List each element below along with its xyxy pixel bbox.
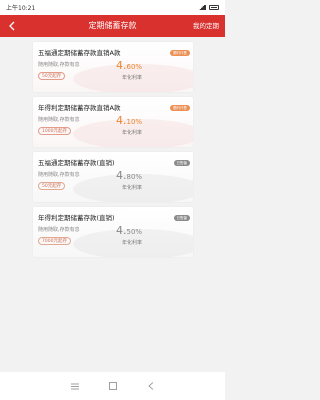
rate-int: 4. bbox=[116, 59, 127, 72]
product-name: 五福通定期储蓄存款直销A款 bbox=[38, 49, 121, 57]
square-icon bbox=[109, 382, 117, 390]
page-title: 定期储蓄存款 bbox=[88, 21, 137, 30]
product-desc: 随用随取,存款有息 bbox=[38, 172, 80, 178]
min-deposit-tag: 50元起存 bbox=[38, 72, 66, 80]
status-badge: 限时代售 bbox=[170, 50, 190, 56]
home-button[interactable] bbox=[108, 381, 118, 391]
menu-icon bbox=[71, 383, 79, 389]
min-deposit-tag: 7000元起存 bbox=[38, 237, 71, 245]
rate-int: 4. bbox=[116, 169, 127, 182]
status-badge: 限时代售 bbox=[170, 105, 190, 111]
product-desc: 随用随取,存款有息 bbox=[38, 62, 80, 68]
status-bar: 上午10:21 bbox=[0, 0, 225, 15]
status-time: 上午10:21 bbox=[6, 5, 36, 12]
signal-icon bbox=[198, 5, 206, 10]
chevron-left-icon bbox=[148, 382, 154, 390]
product-name: 年得利定期储蓄存款(直销) bbox=[38, 214, 115, 222]
interest-rate: 4.50% bbox=[116, 219, 142, 238]
product-card[interactable]: 年得利定期储蓄存款直销A款 随用随取,存款有息 1000元起存 4.10% 年化… bbox=[33, 97, 193, 147]
interest-rate: 4.80% bbox=[116, 164, 142, 183]
product-card[interactable]: 五福通定期储蓄存款(直销) 随用随取,存款有息 50元起存 4.80% 年化利率… bbox=[33, 152, 193, 202]
rate-dec: 80% bbox=[126, 173, 143, 181]
product-name: 五福通定期储蓄存款(直销) bbox=[38, 159, 115, 167]
rate-dec: 50% bbox=[126, 228, 143, 236]
battery-icon bbox=[209, 5, 219, 10]
status-badge: 已售罄 bbox=[173, 215, 190, 221]
product-card[interactable]: 年得利定期储蓄存款(直销) 随用随取,存款有息 7000元起存 4.50% 年化… bbox=[33, 207, 193, 257]
rate-label: 年化利率 bbox=[122, 240, 143, 246]
min-deposit-tag: 50元起存 bbox=[38, 182, 66, 190]
rate-int: 4. bbox=[116, 224, 127, 237]
status-badge: 已售罄 bbox=[173, 160, 190, 166]
rate-label: 年化利率 bbox=[122, 185, 143, 191]
app-header: 定期储蓄存款 我的定期 bbox=[0, 15, 225, 37]
rate-label: 年化利率 bbox=[122, 130, 143, 136]
product-card[interactable]: 五福通定期储蓄存款直销A款 随用随取,存款有息 50元起存 4.60% 年化利率… bbox=[33, 42, 193, 92]
product-desc: 随用随取,存款有息 bbox=[38, 227, 80, 233]
menu-button[interactable] bbox=[70, 381, 80, 391]
rate-int: 4. bbox=[116, 114, 127, 127]
min-deposit-tag: 1000元起存 bbox=[38, 127, 71, 135]
interest-rate: 4.60% bbox=[116, 54, 142, 73]
rate-label: 年化利率 bbox=[122, 75, 143, 81]
nav-back-button[interactable] bbox=[146, 381, 156, 391]
rate-dec: 60% bbox=[126, 63, 143, 71]
status-icons bbox=[198, 5, 219, 10]
product-name: 年得利定期储蓄存款直销A款 bbox=[38, 104, 121, 112]
my-fixed-deposits-link[interactable]: 我的定期 bbox=[193, 15, 219, 37]
rate-dec: 10% bbox=[126, 118, 143, 126]
product-desc: 随用随取,存款有息 bbox=[38, 117, 80, 123]
interest-rate: 4.10% bbox=[116, 109, 142, 128]
system-nav-bar bbox=[0, 372, 225, 400]
